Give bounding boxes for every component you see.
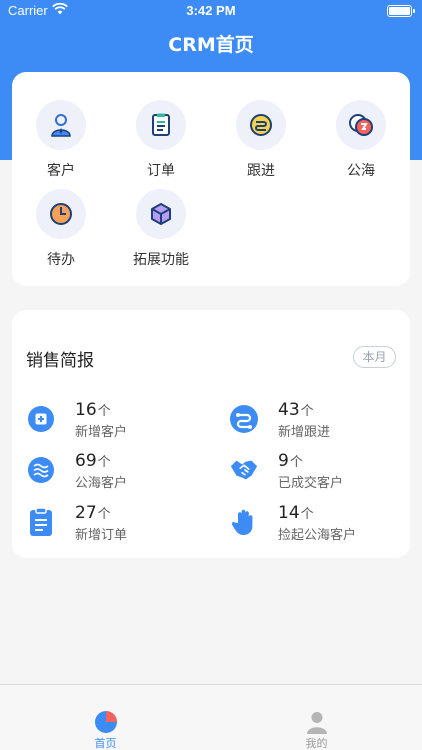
report-title: 销售简报 — [26, 351, 94, 371]
stat-label: 已成交客户 — [278, 476, 344, 491]
stat-label: 公海客户 — [75, 476, 128, 491]
menu-item-order[interactable]: 订单 — [116, 100, 206, 180]
clock: 3:42 PM — [186, 3, 236, 18]
menu-label: 跟进 — [247, 163, 275, 179]
todo-clock-icon — [36, 189, 86, 239]
menu-item-extension[interactable]: 拓展功能 — [116, 189, 206, 269]
stat-new-orders[interactable]: 27个 新增订单 — [24, 503, 209, 543]
stat-picked-up-customers[interactable]: 14个 捡起公海客户 — [227, 503, 412, 543]
period-selector[interactable]: 本月 — [353, 346, 396, 368]
stat-new-customers[interactable]: 16个 新增客户 — [24, 400, 209, 440]
stat-value: 16个 — [75, 400, 111, 420]
menu-label: 客户 — [47, 163, 75, 179]
menu-item-customer[interactable]: 客户 — [16, 100, 106, 180]
order-icon — [136, 100, 186, 150]
handshake-icon — [229, 455, 259, 485]
stat-label: 新增客户 — [75, 425, 128, 440]
add-customer-icon — [26, 404, 56, 434]
menu-label: 待办 — [47, 252, 75, 268]
public-pool-icon — [336, 100, 386, 150]
tab-bar: 首页 我的 — [0, 684, 422, 750]
stat-label: 新增订单 — [75, 528, 128, 543]
person-icon — [305, 710, 329, 734]
tab-home[interactable]: 首页 — [0, 685, 211, 750]
tab-label: 我的 — [305, 737, 328, 750]
follow-up-flow-icon — [229, 404, 259, 434]
hand-icon — [229, 507, 259, 537]
customer-icon — [36, 100, 86, 150]
menu-label: 订单 — [147, 163, 175, 179]
function-menu-card: 客户 订单 跟进 公海 待办 拓展功能 — [12, 72, 410, 286]
stat-value: 27个 — [75, 503, 111, 523]
stat-label: 新增跟进 — [278, 425, 331, 440]
menu-item-public-pool[interactable]: 公海 — [316, 100, 406, 180]
menu-item-todo[interactable]: 待办 — [16, 189, 106, 269]
stat-closed-customers[interactable]: 9个 已成交客户 — [227, 451, 412, 491]
pie-chart-icon — [94, 710, 118, 734]
clipboard-icon — [26, 507, 56, 537]
battery-icon — [387, 5, 415, 17]
stat-value: 9个 — [278, 451, 303, 471]
menu-item-follow-up[interactable]: 跟进 — [216, 100, 306, 180]
status-bar: Carrier 3:42 PM — [0, 0, 422, 22]
stat-new-follow-ups[interactable]: 43个 新增跟进 — [227, 400, 412, 440]
waves-icon — [26, 455, 56, 485]
stat-value: 43个 — [278, 400, 314, 420]
stat-value: 69个 — [75, 451, 111, 471]
tab-mine[interactable]: 我的 — [211, 685, 422, 750]
page-title: CRM首页 — [168, 34, 254, 56]
stat-value: 14个 — [278, 503, 314, 523]
stat-label: 捡起公海客户 — [278, 528, 357, 543]
follow-up-icon — [236, 100, 286, 150]
stat-public-pool-customers[interactable]: 69个 公海客户 — [24, 451, 209, 491]
sales-report-card: 销售简报 本月 16个 新增客户 43个 新增跟进 69个 公海客户 9个 已成… — [12, 310, 410, 558]
menu-label: 拓展功能 — [133, 252, 189, 268]
tab-label: 首页 — [94, 737, 117, 750]
extension-cube-icon — [136, 189, 186, 239]
menu-label: 公海 — [347, 163, 375, 179]
